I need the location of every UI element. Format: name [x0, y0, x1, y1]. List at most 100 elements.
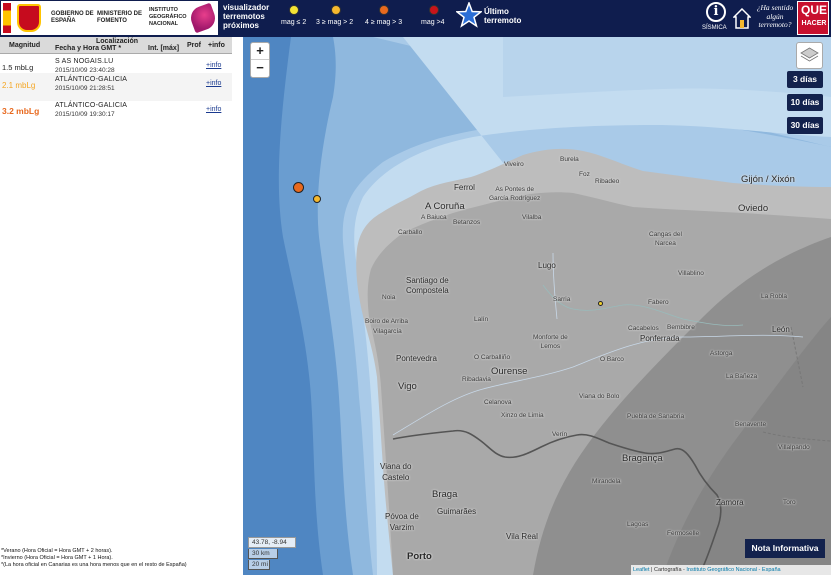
table-row[interactable]: 2.1 mbLg ATLÁNTICO-GALICIA 2015/10/09 21…: [0, 73, 232, 102]
ign-logo-icon: [187, 2, 219, 34]
more-info-link[interactable]: +info: [206, 62, 221, 69]
legend-dot-amber-icon: [331, 5, 341, 15]
place-gijon: Gijón / Xixón: [741, 174, 795, 185]
government-logo[interactable]: GOBIERNO DE ESPAÑA MINISTERIO DE FOMENTO…: [1, 1, 219, 35]
zoom-in-button[interactable]: +: [251, 43, 269, 60]
spain-flag-icon: [3, 3, 11, 33]
scale-mi: 20 mi: [248, 560, 270, 570]
place-vilagarcia: Vilagarcía: [373, 328, 402, 335]
filter-30-days-button[interactable]: 30 días: [787, 117, 823, 134]
place-braga: Braga: [432, 489, 458, 500]
que-hacer-label: QUE: [800, 3, 827, 17]
earthquake-list-panel: Magnitud Localización Fecha y Hora GMT *…: [0, 37, 243, 575]
legend-dot-orange-icon: [379, 5, 389, 15]
time-notes: *Verano (Hora Oficial = Hora GMT + 2 hor…: [1, 548, 243, 568]
location: S AS NOGAIS.LU: [55, 58, 114, 65]
que-hacer-sublabel: HACER: [801, 20, 827, 27]
place-fabero: Fabero: [648, 299, 669, 306]
place-ourense: Ourense: [491, 366, 528, 377]
earthquake-map[interactable]: Viveiro Burela Foz Ribadeo Gijón / Xixón…: [243, 37, 831, 575]
info-icon: i: [706, 2, 726, 22]
place-villablino: Villablino: [678, 270, 704, 277]
house-icon: [733, 8, 751, 29]
note-canarias: *(La hora oficial en Canarias es una hor…: [1, 561, 187, 568]
legend-dot-yellow-icon: [289, 5, 299, 15]
legend-label: 4 ≥ mag > 3: [365, 19, 403, 26]
quake-marker-2-1[interactable]: [313, 195, 321, 203]
filter-3-days-button[interactable]: 3 días: [787, 71, 823, 88]
scale-km: 30 km: [248, 549, 278, 559]
magnitude: 1.5 mbLg: [2, 63, 34, 72]
quake-marker-3-2[interactable]: [293, 182, 304, 193]
place-viana-do-castelo: Viana do Castelo: [380, 462, 412, 482]
place-as-pontes: As Pontes de García Rodríguez: [489, 186, 541, 202]
place-braganca: Bragança: [622, 453, 663, 464]
place-porto: Porto: [407, 551, 432, 562]
col-intensity[interactable]: Int. [máx]: [148, 45, 179, 52]
place-bembibre: Bembibre: [667, 324, 695, 331]
felt-earthquake-label: ¿Ha sentido algún terremoto?: [756, 3, 794, 29]
place-ferrol: Ferrol: [454, 183, 475, 192]
more-info-link[interactable]: +info: [206, 106, 221, 113]
place-lugo: Lugo: [538, 261, 556, 270]
place-fermoselle: Fermoselle: [667, 530, 700, 537]
place-lalin: Lalín: [474, 316, 489, 323]
place-betanzos: Betanzos: [453, 219, 481, 226]
legend-label: mag ≤ 2: [281, 19, 307, 26]
legend-dot-red-icon: [429, 5, 439, 15]
ministry-label: MINISTERIO DE FOMENTO: [97, 11, 143, 24]
place-vigo: Vigo: [398, 381, 417, 392]
col-location[interactable]: Localización: [96, 38, 138, 45]
col-depth[interactable]: Prof: [187, 42, 201, 49]
nota-informativa-button[interactable]: Nota Informativa: [745, 539, 825, 558]
quake-marker-1-5[interactable]: [598, 301, 603, 306]
place-viveiro: Viveiro: [504, 161, 524, 168]
place-benavente: Benavente: [735, 421, 767, 428]
que-hacer-button[interactable]: QUE HACER: [797, 1, 829, 35]
location: ATLÁNTICO-GALICIA: [55, 102, 128, 109]
magnitude: 2.1 mbLg: [2, 81, 36, 90]
more-info-link[interactable]: +info: [206, 80, 221, 87]
place-foz: Foz: [579, 171, 590, 178]
layers-button[interactable]: [796, 42, 823, 69]
place-ribadeo: Ribadeo: [595, 178, 620, 185]
ign-link[interactable]: Instituto Geográfico Nacional - España: [686, 567, 780, 573]
place-pontevedra: Pontevedra: [396, 354, 437, 363]
note-winter: *Invierno (Hora Oficial = Hora GMT + 1 H…: [1, 554, 113, 561]
col-magnitude[interactable]: Magnitud: [9, 42, 40, 49]
coordinates-readout: 43.78, -8.94: [248, 537, 296, 548]
felt-earthquake-button[interactable]: ¿Ha sentido algún terremoto?: [733, 2, 797, 35]
col-info[interactable]: +info: [208, 42, 225, 49]
place-sarria: Sarria: [553, 296, 571, 303]
place-ribadavia: Ribadavia: [462, 376, 491, 383]
table-header: Magnitud Localización Fecha y Hora GMT *…: [0, 37, 232, 54]
place-santiago: Santiago de Compostela: [406, 276, 449, 295]
place-celanova: Celanova: [484, 399, 512, 406]
place-astorga: Astorga: [710, 350, 733, 357]
coat-of-arms-icon: [17, 4, 41, 32]
location: ATLÁNTICO-GALICIA: [55, 76, 128, 83]
ign-label: INSTITUTO GEOGRÁFICO NACIONAL: [149, 7, 187, 27]
place-a-coruna: A Coruña: [425, 201, 465, 212]
leaflet-link[interactable]: Leaflet: [633, 567, 650, 573]
visualizer-title: visualizador terremotos próximos: [223, 3, 270, 30]
info-button[interactable]: i SÍSMICA: [702, 1, 729, 35]
place-noia: Noia: [382, 294, 396, 301]
place-guimaraes: Guimarães: [437, 507, 477, 516]
place-verin: Verín: [552, 431, 568, 438]
header-bar: GOBIERNO DE ESPAÑA MINISTERIO DE FOMENTO…: [0, 0, 831, 37]
place-a-baiuca: A Baiuca: [421, 214, 447, 221]
map-attribution: Leaflet | Cartografía - Instituto Geográ…: [631, 565, 831, 575]
attribution-text: | Cartografía -: [649, 567, 687, 573]
place-o-barco: O Barco: [600, 356, 624, 363]
table-row[interactable]: 3.2 mbLg ATLÁNTICO-GALICIA 2015/10/09 19…: [0, 101, 232, 121]
place-vila-real: Vila Real: [506, 532, 538, 541]
filter-10-days-button[interactable]: 10 días: [787, 94, 823, 111]
place-burela: Burela: [560, 156, 579, 163]
zoom-out-button[interactable]: −: [251, 60, 269, 77]
place-lagoas: Lagoas: [627, 521, 649, 528]
col-date[interactable]: Fecha y Hora GMT *: [55, 45, 121, 52]
place-leon: León: [772, 325, 790, 334]
legend-label: mag >4: [421, 19, 445, 26]
datetime: 2015/10/09 19:30:17: [55, 111, 115, 118]
